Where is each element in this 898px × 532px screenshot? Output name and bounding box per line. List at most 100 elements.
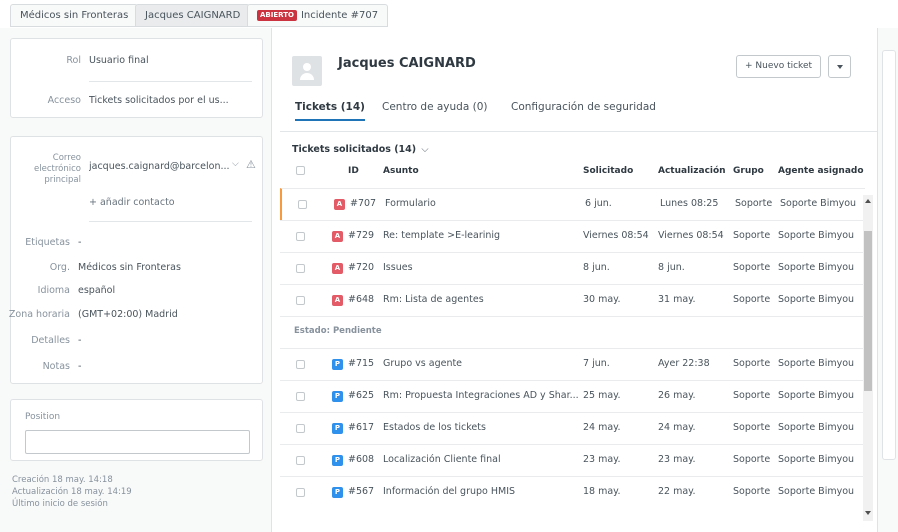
row-checkbox[interactable] <box>296 296 305 305</box>
ticket-agent: Soporte Bimyou <box>778 454 855 465</box>
ticket-group: Soporte <box>733 486 771 497</box>
ticket-id: #617 <box>348 422 375 433</box>
table-row[interactable]: A #648 Rm: Lista de agentes 30 may. 31 may. S… <box>280 284 865 316</box>
row-checkbox[interactable] <box>296 488 305 497</box>
ticket-id: #608 <box>348 454 375 465</box>
col-updated[interactable]: Actualización <box>658 166 726 176</box>
tab-organization[interactable]: Médicos sin Fronteras <box>10 4 139 27</box>
tab-user[interactable]: Jacques CAIGNARD <box>135 4 251 27</box>
row-checkbox[interactable] <box>298 200 307 209</box>
timezone-label: Zona horaria <box>8 309 70 320</box>
tab-label: Jacques CAIGNARD <box>145 10 241 21</box>
ticket-agent: Soporte Bimyou <box>778 294 855 305</box>
ticket-subject[interactable]: Issues <box>383 262 578 273</box>
table-row[interactable]: P #625 Rm: Propuesta Integraciones AD y Sh… <box>280 380 865 412</box>
col-id[interactable]: ID <box>348 166 359 176</box>
notes-value[interactable]: - <box>78 361 81 372</box>
table-row[interactable]: A #720 Issues 8 jun. 8 jun. Soporte Soporte Bi… <box>280 252 865 284</box>
divider <box>89 81 252 82</box>
ticket-id: #715 <box>348 358 375 369</box>
row-checkbox[interactable] <box>296 360 305 369</box>
ticket-subject[interactable]: Información del grupo HMIS <box>383 486 578 497</box>
tab-security-settings[interactable]: Configuración de seguridad <box>511 101 656 119</box>
ticket-subject[interactable]: Grupo vs agente <box>383 358 578 369</box>
last-login-text: Último inicio de sesión <box>12 499 108 509</box>
table-row[interactable]: A #729 Re: template >E-learinig Viernes 08:… <box>280 220 865 252</box>
table-row[interactable]: A #707 Formulario 6 jun. Lunes 08:25 Soporte S… <box>280 188 865 220</box>
col-group[interactable]: Grupo <box>733 166 764 176</box>
col-subject[interactable]: Asunto <box>383 166 419 176</box>
row-checkbox[interactable] <box>296 392 305 401</box>
table-row[interactable]: P #567 Información del grupo HMIS 18 may. 22… <box>280 476 865 508</box>
avatar[interactable] <box>292 56 322 86</box>
select-all-checkbox[interactable] <box>296 166 305 175</box>
role-label: Rol <box>66 55 81 66</box>
scrollbar[interactable] <box>863 195 873 521</box>
table-row[interactable]: P #617 Estados de los tickets 24 may. 24 may… <box>280 412 865 444</box>
role-card: Rol Usuario final Acceso Tickets solicit… <box>10 38 263 118</box>
tab-tickets[interactable]: Tickets (14) <box>295 101 365 121</box>
position-input[interactable] <box>25 430 250 454</box>
user-main-panel: Jacques CAIGNARD + Nuevo ticket Tickets … <box>272 28 877 532</box>
scroll-thumb[interactable] <box>864 231 872 391</box>
ticket-subject[interactable]: Rm: Propuesta Integraciones AD y Shar... <box>383 390 578 401</box>
ticket-subject[interactable]: Rm: Lista de agentes <box>383 294 578 305</box>
position-label: Position <box>25 412 61 422</box>
status-badge: P <box>332 455 343 466</box>
row-checkbox[interactable] <box>296 264 305 273</box>
status-badge: A <box>334 199 345 210</box>
new-ticket-button[interactable]: + Nuevo ticket <box>736 55 822 78</box>
tab-help-center[interactable]: Centro de ayuda (0) <box>382 101 488 119</box>
table-row[interactable]: P #608 Localización Cliente final 23 may. 23… <box>280 444 865 476</box>
divider <box>89 221 252 222</box>
tab-incident[interactable]: ABIERTO Incidente #707 <box>247 4 389 27</box>
ticket-agent: Soporte Bimyou <box>778 230 855 241</box>
language-value[interactable]: español <box>78 285 115 296</box>
status-badge: P <box>332 487 343 498</box>
ticket-subject[interactable]: Localización Cliente final <box>383 454 578 465</box>
ticket-agent: Soporte Bimyou <box>778 262 855 273</box>
tab-label: Incidente #707 <box>300 10 379 21</box>
col-agent[interactable]: Agente asignado <box>778 166 864 176</box>
status-badge: A <box>332 231 343 242</box>
status-badge: ABIERTO <box>257 10 297 21</box>
chevron-down-icon[interactable]: ⌵ <box>232 159 239 169</box>
ticket-id: #625 <box>348 390 375 401</box>
ticket-group: Soporte <box>733 390 771 401</box>
ticket-agent: Soporte Bimyou <box>778 358 855 369</box>
ticket-requested: 6 jun. <box>585 198 612 209</box>
row-checkbox[interactable] <box>296 424 305 433</box>
details-value[interactable]: - <box>78 335 81 346</box>
ticket-subject[interactable]: Estados de los tickets <box>383 422 578 433</box>
ticket-updated: 23 may. <box>658 454 696 465</box>
ticket-group: Soporte <box>733 262 771 273</box>
access-value[interactable]: Tickets solicitados por el us... <box>89 95 249 106</box>
col-requested[interactable]: Solicitado <box>583 166 633 176</box>
user-meta: Creación 18 may. 14:18 Actualización 18 … <box>12 474 132 510</box>
row-checkbox[interactable] <box>296 456 305 465</box>
created-text: Creación 18 may. 14:18 <box>12 475 113 485</box>
warning-icon: ⚠ <box>246 158 256 171</box>
org-value[interactable]: Médicos sin Fronteras <box>78 262 181 273</box>
ticket-requested: 25 may. <box>583 390 621 401</box>
notes-label: Notas <box>42 361 70 372</box>
ticket-subject[interactable]: Re: template >E-learinig <box>383 230 578 241</box>
ticket-agent: Soporte Bimyou <box>778 486 855 497</box>
scroll-down-arrow[interactable] <box>865 511 871 515</box>
row-checkbox[interactable] <box>296 232 305 241</box>
ticket-subject[interactable]: Formulario <box>385 198 580 209</box>
section-title[interactable]: Tickets solicitados (14) ⌵ <box>292 144 429 155</box>
email-value[interactable]: jacques.caignard@barcelon... <box>89 161 229 172</box>
add-contact-link[interactable]: + añadir contacto <box>89 197 175 208</box>
new-ticket-dropdown-button[interactable] <box>828 55 851 78</box>
table-row[interactable]: P #715 Grupo vs agente 7 jun. Ayer 22:38 Sopo… <box>280 348 865 380</box>
timezone-value[interactable]: (GMT+02:00) Madrid <box>78 309 178 320</box>
ticket-requested: 8 jun. <box>583 262 610 273</box>
ticket-requested: 7 jun. <box>583 358 610 369</box>
ticket-group: Soporte <box>733 422 771 433</box>
language-label: Idioma <box>37 285 70 296</box>
scroll-up-arrow[interactable] <box>865 199 871 203</box>
tags-value[interactable]: - <box>78 237 81 248</box>
role-value[interactable]: Usuario final <box>89 55 149 66</box>
ticket-updated: 31 may. <box>658 294 696 305</box>
